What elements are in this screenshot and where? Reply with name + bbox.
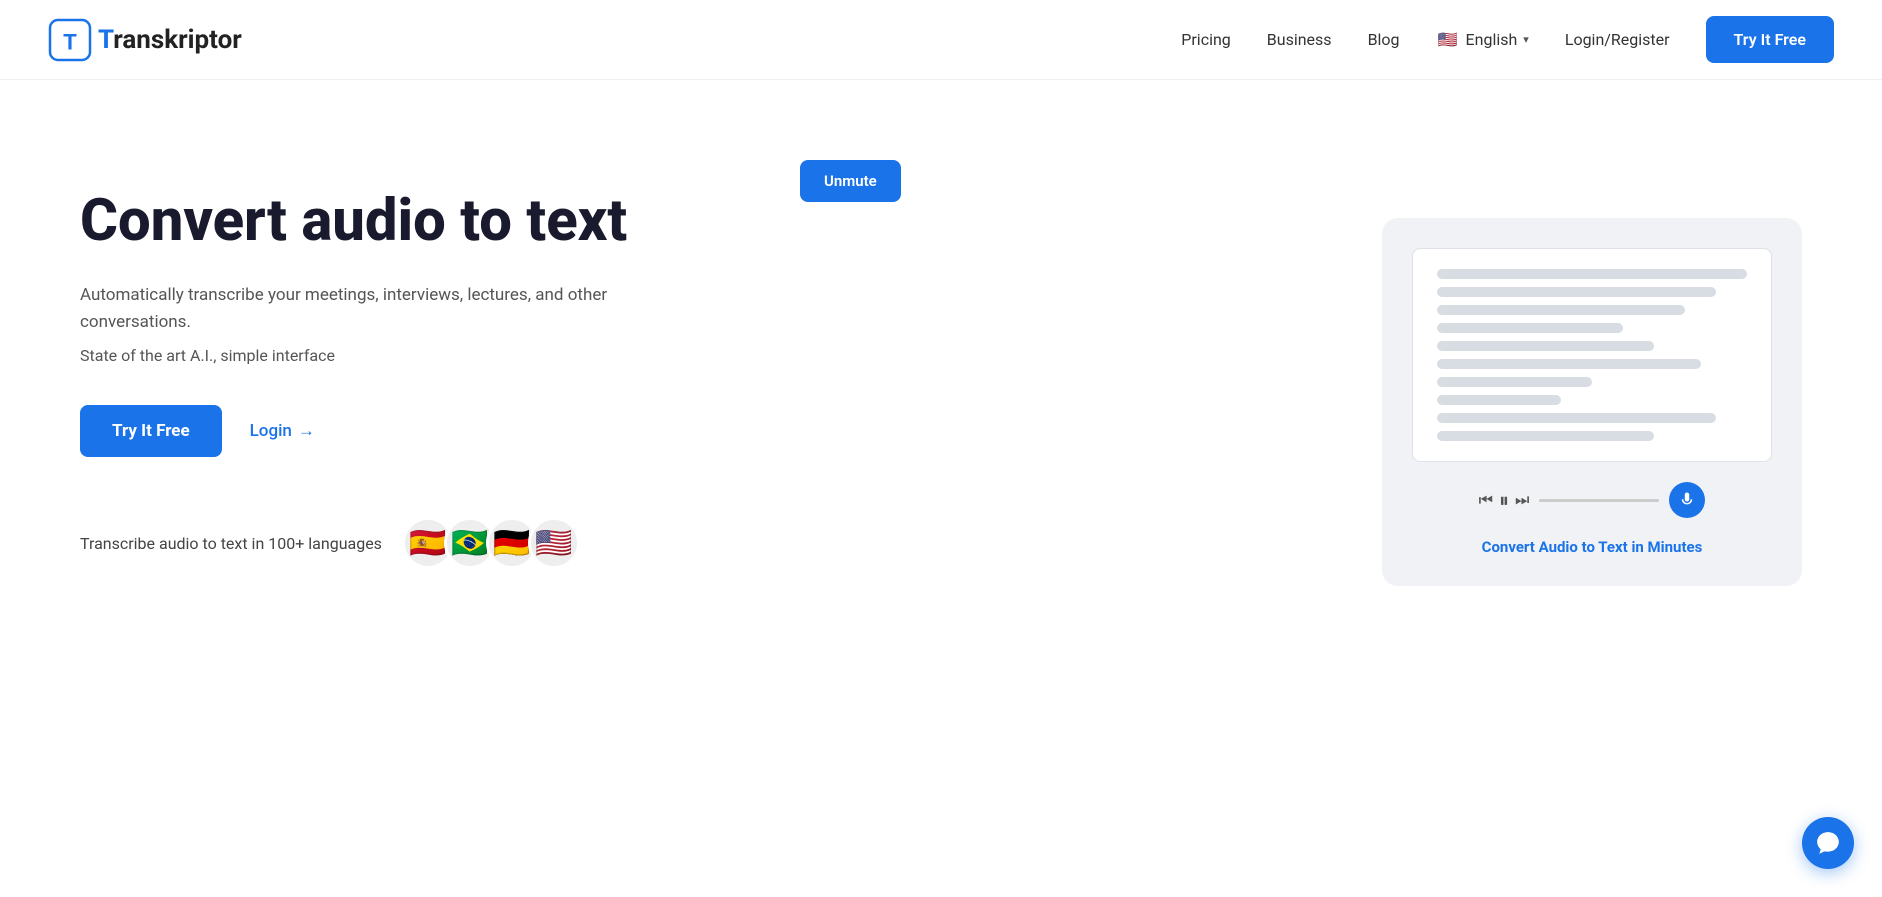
nav-try-free-button[interactable]: Try It Free (1706, 16, 1835, 63)
hero-left: Convert audio to text Automatically tran… (80, 160, 680, 569)
mock-line (1437, 431, 1654, 441)
flags-list: 🇪🇸 🇧🇷 🇩🇪 🇺🇸 (402, 517, 580, 569)
logo[interactable]: T Transkriptor (48, 18, 242, 62)
player-controls: ⏮ ⏸ ⏭ (1479, 488, 1530, 512)
navbar: T Transkriptor Pricing Business Blog 🇺🇸 … (0, 0, 1882, 80)
hero-subtitle: Automatically transcribe your meetings, … (80, 282, 680, 336)
hero-actions: Try It Free Login → (80, 405, 680, 457)
mock-line (1437, 413, 1716, 423)
languages-text: Transcribe audio to text in 100+ languag… (80, 534, 382, 553)
hero-title: Convert audio to text (80, 190, 680, 254)
language-selector[interactable]: 🇺🇸 English ▾ (1436, 28, 1529, 52)
card-caption: Convert Audio to Text in Minutes (1482, 538, 1703, 556)
progress-bar (1539, 499, 1659, 502)
flag-us: 🇺🇸 (528, 517, 580, 569)
pause-icon[interactable]: ⏸ (1499, 488, 1509, 512)
lang-label: English (1466, 30, 1518, 49)
hero-login-link[interactable]: Login → (250, 421, 315, 441)
mock-line (1437, 269, 1747, 279)
hero-try-free-button[interactable]: Try It Free (80, 405, 222, 457)
mic-icon (1669, 482, 1705, 518)
svg-text:T: T (63, 29, 77, 54)
logo-text: Transkriptor (98, 25, 242, 55)
mock-line (1437, 341, 1654, 351)
chat-icon (1815, 830, 1841, 856)
mock-line (1437, 377, 1592, 387)
nav-pricing[interactable]: Pricing (1181, 30, 1231, 49)
rewind-icon[interactable]: ⏮ (1479, 490, 1493, 510)
nav-business[interactable]: Business (1267, 30, 1332, 49)
demo-card: ⏮ ⏸ ⏭ Convert Audio to Text in Minutes (1382, 218, 1802, 586)
mock-line (1437, 395, 1561, 405)
mock-line (1437, 305, 1685, 315)
nav-blog[interactable]: Blog (1368, 30, 1400, 49)
nav-links: Pricing Business Blog 🇺🇸 English ▾ Login… (1181, 16, 1834, 63)
login-register-link[interactable]: Login/Register (1565, 30, 1670, 49)
mock-line (1437, 323, 1623, 333)
forward-icon[interactable]: ⏭ (1515, 490, 1529, 510)
hero-right: Unmute ⏮ ⏸ ⏭ (740, 160, 1802, 586)
unmute-button[interactable]: Unmute (800, 160, 901, 202)
chevron-down-icon: ▾ (1523, 33, 1529, 46)
player-bar: ⏮ ⏸ ⏭ (1412, 482, 1772, 518)
hero-section: Convert audio to text Automatically tran… (0, 80, 1882, 646)
hero-tagline: State of the art A.I., simple interface (80, 346, 680, 365)
languages-row: Transcribe audio to text in 100+ languag… (80, 517, 680, 569)
mock-line (1437, 287, 1716, 297)
lang-flag-icon: 🇺🇸 (1436, 28, 1460, 52)
transcript-mock (1412, 248, 1772, 462)
mock-line (1437, 359, 1701, 369)
chat-bubble-button[interactable] (1802, 817, 1854, 869)
